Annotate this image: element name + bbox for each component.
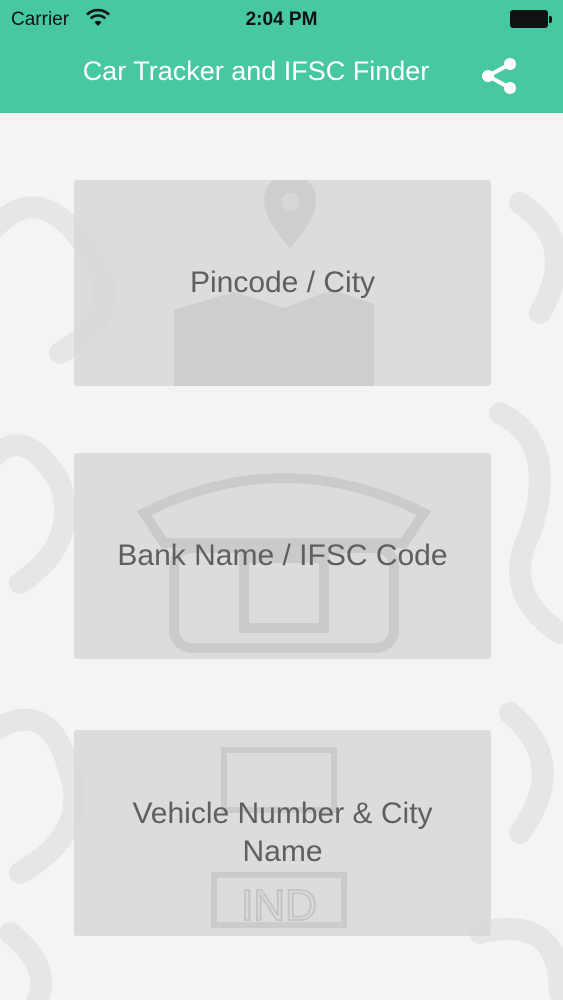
bank-ifsc-button[interactable]: Bank Name / IFSC Code — [74, 453, 491, 659]
vehicle-number-button[interactable]: IND Vehicle Number & City Name — [74, 730, 491, 936]
battery-icon — [510, 10, 552, 28]
status-bar: Carrier 2:04 PM — [0, 0, 563, 38]
vehicle-number-label: Vehicle Number & City Name — [132, 797, 433, 868]
pincode-city-label: Pincode / City — [189, 266, 376, 299]
bank-ifsc-label: Bank Name / IFSC Code — [117, 539, 448, 572]
status-time: 2:04 PM — [245, 9, 318, 30]
pincode-city-button[interactable]: Pincode / City — [74, 180, 491, 386]
page-title: Car Tracker and IFSC Finder — [82, 56, 430, 86]
svg-text:IND: IND — [241, 881, 317, 930]
share-icon[interactable] — [479, 57, 519, 95]
